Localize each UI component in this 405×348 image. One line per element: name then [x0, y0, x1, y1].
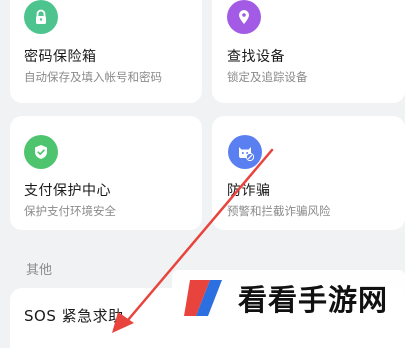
section-other-label: 其他: [26, 263, 53, 278]
payment-protection-subtitle: 保护支付环境安全: [24, 204, 116, 218]
payment-protection-card[interactable]: 支付保护中心 保护支付环境安全: [10, 116, 202, 230]
password-vault-title: 密码保险箱: [24, 49, 97, 65]
payment-protection-title: 支付保护中心: [24, 183, 111, 199]
sos-emergency-title: SOS 紧急求助: [24, 307, 124, 325]
anti-fraud-card[interactable]: 防诈骗 预警和拦截诈骗风险: [212, 116, 405, 230]
password-vault-subtitle: 自动保存及填入帐号和密码: [24, 70, 162, 84]
shield-check-icon: [24, 135, 58, 169]
lock-icon: [24, 0, 58, 34]
find-device-card[interactable]: 查找设备 锁定及追踪设备: [212, 0, 405, 103]
find-device-subtitle: 锁定及追踪设备: [227, 70, 308, 84]
watermark-text: 看看手游网: [238, 283, 389, 317]
anti-fraud-icon: [228, 135, 262, 169]
anti-fraud-title: 防诈骗: [227, 183, 271, 199]
anti-fraud-subtitle: 预警和拦截诈骗风险: [227, 204, 331, 218]
find-device-title: 查找设备: [227, 49, 285, 65]
password-vault-card[interactable]: 密码保险箱 自动保存及填入帐号和密码: [10, 0, 202, 103]
watermark-logo-icon: [184, 280, 222, 316]
location-pin-icon: [227, 0, 261, 34]
